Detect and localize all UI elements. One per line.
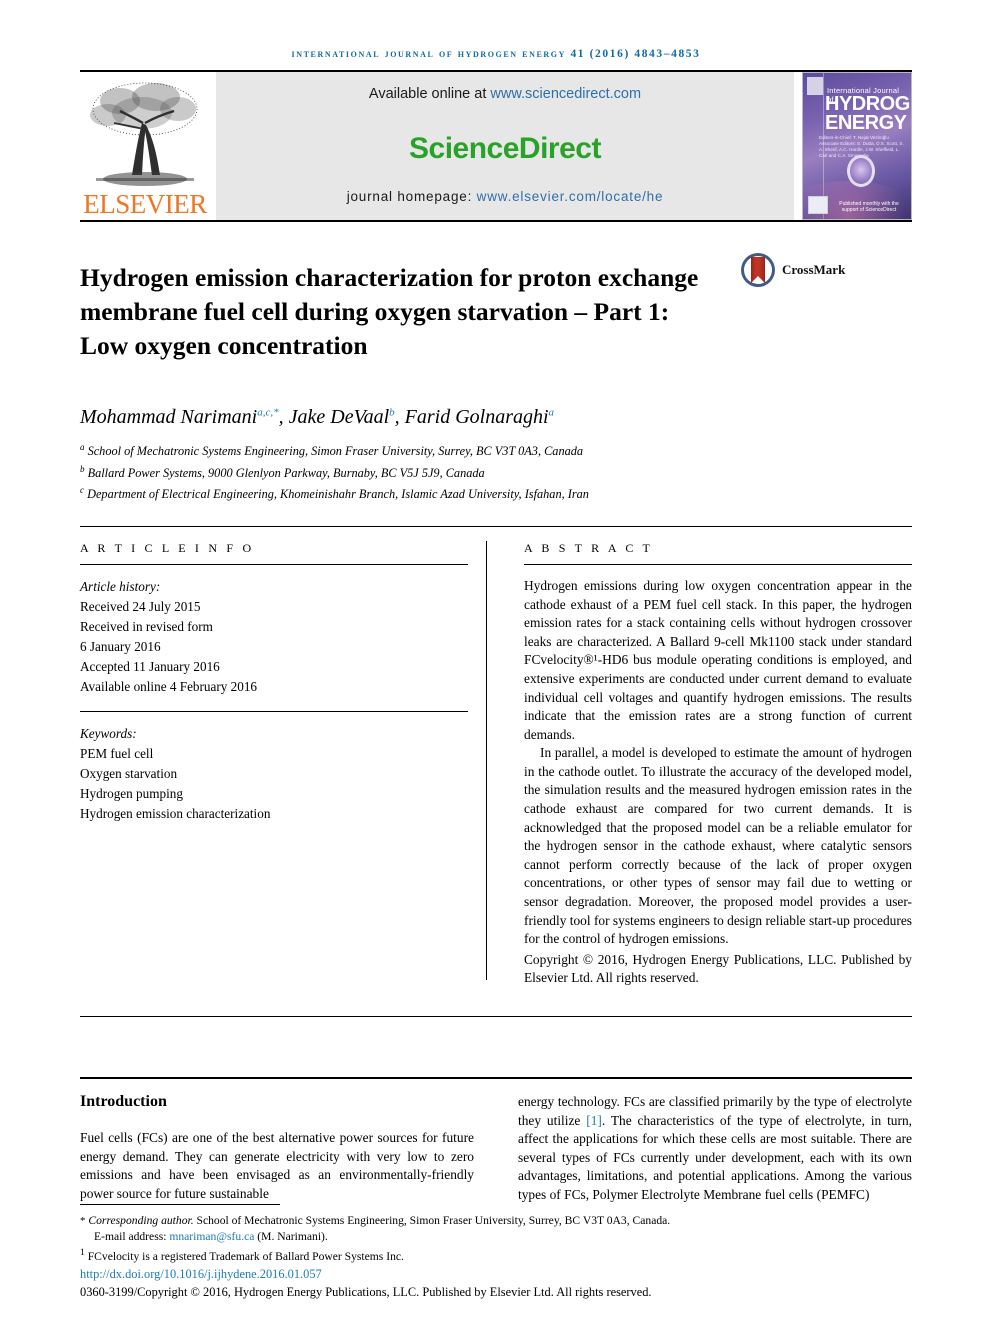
body-column-left: Introduction Fuel cells (FCs) are one of… [80, 1093, 496, 1205]
keyword-item: Hydrogen pumping [80, 785, 183, 801]
elsevier-wordmark: ELSEVIER [83, 189, 207, 219]
body-column-right: energy technology. FCs are classified pr… [496, 1093, 912, 1205]
email-link[interactable]: mnariman@sfu.ca [169, 1230, 254, 1243]
keywords-block: Keywords: PEM fuel cell Oxygen starvatio… [80, 724, 468, 824]
journal-homepage-prefix: journal homepage: [346, 189, 477, 204]
abstract-paragraph: In parallel, a model is developed to est… [524, 745, 912, 947]
page-title: Hydrogen emission characterization for p… [80, 263, 699, 361]
keyword-item: PEM fuel cell [80, 745, 154, 761]
article-info-heading: A R T I C L E I N F O [80, 540, 255, 555]
header-rule-bottom [80, 220, 912, 222]
running-head: International Journal of Hydrogen Energy… [0, 0, 992, 60]
author-name-1: Jake DeVaal [288, 406, 390, 429]
keyword-item: Hydrogen emission characterization [80, 805, 271, 821]
keywords-separator [80, 710, 468, 712]
history-item: Received in revised form [80, 618, 213, 634]
title-block: Hydrogen emission characterization for p… [80, 244, 912, 380]
sciencedirect-logo: ScienceDirect [409, 131, 601, 165]
journal-homepage-line: journal homepage: www.elsevier.com/locat… [347, 189, 664, 204]
author-marks-0: a,c,* [257, 406, 279, 419]
affiliation-row: a School of Mechatronic Systems Engineer… [80, 439, 912, 461]
cover-footer-text: Published monthly with the support of Sc… [839, 201, 899, 213]
author-name-2: Farid Golnaraghi [404, 406, 549, 429]
email-label: E-mail address: [94, 1230, 170, 1244]
affiliation-mark-2: c [80, 485, 84, 496]
article-info-underline [80, 563, 468, 565]
affiliation-text-0: School of Mechatronic Systems Engineerin… [87, 444, 584, 459]
footnote-rule [80, 1204, 280, 1206]
affiliation-text-2: Department of Electrical Engineering, Kh… [87, 487, 589, 502]
asterisk-icon: * [80, 1215, 86, 1228]
available-online-line: Available online at www.sciencedirect.co… [369, 86, 641, 102]
sciencedirect-panel: Available online at www.sciencedirect.co… [216, 72, 794, 220]
email-note: E-mail address: mnariman@sfu.ca (M. Nari… [80, 1229, 912, 1245]
affiliation-list: a School of Mechatronic Systems Engineer… [80, 439, 912, 504]
running-head-text: International Journal of Hydrogen Energy… [291, 48, 701, 60]
affiliation-row: c Department of Electrical Engineering, … [80, 482, 912, 504]
cover-ring-graphic [847, 155, 875, 187]
keyword-item: Oxygen starvation [80, 765, 178, 781]
cover-ihe-badge [808, 196, 828, 214]
crossmark-label: CrossMark [782, 262, 846, 277]
corresponding-author-label: Corresponding author. [88, 1214, 194, 1228]
history-item: Accepted 11 January 2016 [80, 658, 220, 674]
abstract-underline [524, 563, 912, 565]
introduction-paragraph-left: Fuel cells (FCs) are one of the best alt… [80, 1130, 474, 1201]
introduction-paragraph-right: energy technology. FCs are classified pr… [518, 1093, 912, 1205]
cover-title-energy: ENERGY [825, 112, 907, 134]
abstract-column: A B S T R A C T Hydrogen emissions durin… [496, 527, 912, 988]
history-item: Received 24 July 2015 [80, 598, 201, 614]
journal-masthead: ELSEVIER Available online at www.science… [80, 72, 912, 220]
article-history-block: Article history: Received 24 July 2015 R… [80, 577, 468, 697]
abstract-paragraph: Hydrogen emissions during low oxygen con… [524, 577, 912, 742]
cover-elsevier-icon [807, 77, 823, 95]
introduction-heading: Introduction [80, 1093, 167, 1110]
author-marks-2: a [548, 406, 555, 419]
author-name-0: Mohammad Narimani [80, 406, 258, 429]
doi-link[interactable]: http://dx.doi.org/10.1016/j.ijhydene.201… [80, 1265, 912, 1283]
history-item: Available online 4 February 2016 [80, 678, 258, 694]
crossmark-icon [741, 253, 775, 287]
sciencedirect-url[interactable]: www.sciencedirect.com [490, 86, 641, 102]
affiliation-mark-1: b [80, 463, 85, 474]
affiliation-mark-0: a [80, 442, 85, 453]
abstract-copyright: Copyright © 2016, Hydrogen Energy Public… [524, 951, 912, 986]
journal-cover-image: International Journal of HYDROGEN ENERGY… [802, 72, 912, 220]
crossmark-badge[interactable]: CrossMark [740, 252, 845, 288]
trademark-text: FCvelocity is a registered Trademark of … [84, 1250, 404, 1263]
corresponding-author-text: School of Mechatronic Systems Engineerin… [193, 1214, 671, 1228]
paper-page: International Journal of Hydrogen Energy… [0, 0, 992, 1323]
issn-copyright-line: 0360-3199/Copyright © 2016, Hydrogen Ene… [80, 1285, 652, 1299]
trademark-note: 1 FCvelocity is a registered Trademark o… [80, 1245, 912, 1265]
article-history-label: Article history: [80, 578, 161, 594]
affiliation-row: b Ballard Power Systems, 9000 Glenlyon P… [80, 461, 912, 483]
available-online-prefix: Available online at [368, 86, 491, 102]
info-abstract-columns: A R T I C L E I N F O Article history: R… [80, 527, 912, 988]
article-info-column: A R T I C L E I N F O Article history: R… [80, 527, 496, 988]
author-list: Mohammad Narimania,c,*, Jake DeVaalb, Fa… [80, 406, 555, 429]
body-columns: Introduction Fuel cells (FCs) are one of… [80, 1079, 912, 1205]
keywords-label: Keywords: [80, 725, 137, 741]
author-marks-1: b [389, 406, 395, 419]
history-item: 6 January 2016 [80, 638, 161, 654]
elsevier-tree-icon [90, 82, 198, 186]
abstract-heading: A B S T R A C T [524, 540, 654, 555]
affiliation-text-1: Ballard Power Systems, 9000 Glenlyon Par… [87, 465, 485, 480]
footnote-block: * Corresponding author. School of Mechat… [80, 1204, 912, 1301]
citation-link-1[interactable]: [1] [586, 1113, 602, 1128]
journal-homepage-url[interactable]: www.elsevier.com/locate/he [477, 189, 664, 204]
elsevier-logo: ELSEVIER [80, 72, 210, 220]
email-suffix: (M. Narimani). [254, 1230, 328, 1244]
corresponding-author-note: * Corresponding author. School of Mechat… [80, 1213, 912, 1229]
info-rule-bottom [80, 1016, 912, 1017]
